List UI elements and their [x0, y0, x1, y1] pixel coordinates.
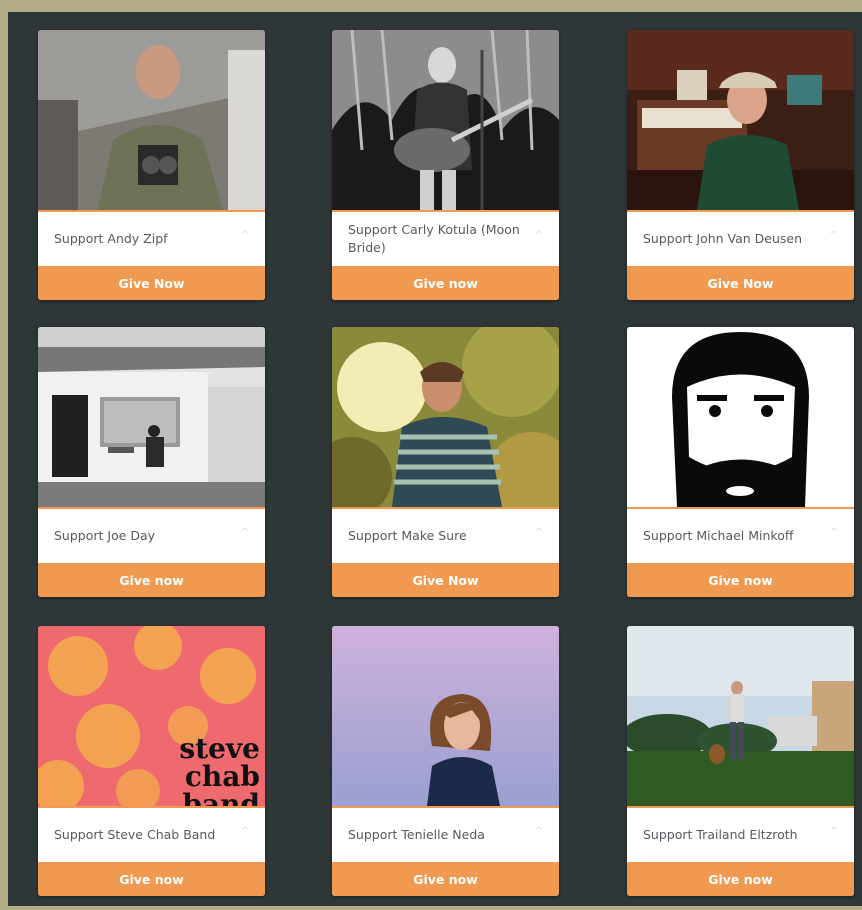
photo-carly-kotula[interactable]	[332, 30, 559, 210]
photo-steve-chab-band[interactable]: steve chab band	[38, 626, 265, 806]
photo-trailand-eltzroth[interactable]	[627, 626, 854, 806]
artist-card: steve chab band Support Steve Chab Band …	[38, 626, 265, 896]
artist-card: Support Andy Zipf ^ Give Now	[38, 30, 265, 300]
give-now-button[interactable]: Give Now	[38, 266, 265, 300]
photo-joe-day[interactable]	[38, 327, 265, 507]
card-title: Support Make Sure	[348, 528, 467, 543]
give-now-button[interactable]: Give now	[627, 862, 854, 896]
chevron-up-icon[interactable]: ^	[828, 527, 840, 539]
chevron-up-icon[interactable]: ^	[239, 230, 251, 242]
chevron-up-icon[interactable]: ^	[533, 230, 545, 242]
give-now-button[interactable]: Give now	[332, 862, 559, 896]
chevron-up-icon[interactable]: ^	[239, 826, 251, 838]
card-title: Support Steve Chab Band	[54, 827, 216, 842]
artwork-text-line: band	[182, 788, 260, 806]
give-now-button[interactable]: Give Now	[627, 266, 854, 300]
artist-card: Support Trailand Eltzroth ^ Give now	[627, 626, 854, 896]
card-title: Support Tenielle Neda	[348, 827, 485, 842]
photo-tenielle-neda[interactable]	[332, 626, 559, 806]
chevron-up-icon[interactable]: ^	[239, 527, 251, 539]
card-title: Support Joe Day	[54, 528, 156, 543]
artist-card: Support Michael Minkoff ^ Give now	[627, 327, 854, 597]
chevron-up-icon[interactable]: ^	[828, 230, 840, 242]
card-title: Support Trailand Eltzroth	[643, 827, 798, 842]
artist-card: Support Make Sure ^ Give Now	[332, 327, 559, 597]
card-title: Support Carly Kotula (Moon Bride)	[348, 222, 520, 255]
photo-michael-minkoff[interactable]	[627, 327, 854, 507]
give-now-button[interactable]: Give now	[38, 563, 265, 597]
artist-card: Support Joe Day ^ Give now	[38, 327, 265, 597]
give-now-button[interactable]: Give now	[332, 266, 559, 300]
photo-andy-zipf[interactable]	[38, 30, 265, 210]
chevron-up-icon[interactable]: ^	[533, 527, 545, 539]
card-title: Support Andy Zipf	[54, 231, 168, 246]
chevron-up-icon[interactable]: ^	[828, 826, 840, 838]
photo-make-sure[interactable]	[332, 327, 559, 507]
give-now-button[interactable]: Give Now	[332, 563, 559, 597]
photo-john-van-deusen[interactable]	[627, 30, 854, 210]
chevron-up-icon[interactable]: ^	[533, 826, 545, 838]
card-title: Support John Van Deusen	[643, 231, 803, 246]
card-title: Support Michael Minkoff	[643, 528, 794, 543]
artist-card: Support John Van Deusen ^ Give Now	[627, 30, 854, 300]
give-now-button[interactable]: Give now	[38, 862, 265, 896]
give-now-button[interactable]: Give now	[627, 563, 854, 597]
artist-card: Support Carly Kotula (Moon Bride) ^ Give…	[332, 30, 559, 300]
artist-card: Support Tenielle Neda ^ Give now	[332, 626, 559, 896]
artist-grid-panel: Support Andy Zipf ^ Give Now Support Car…	[8, 12, 862, 906]
